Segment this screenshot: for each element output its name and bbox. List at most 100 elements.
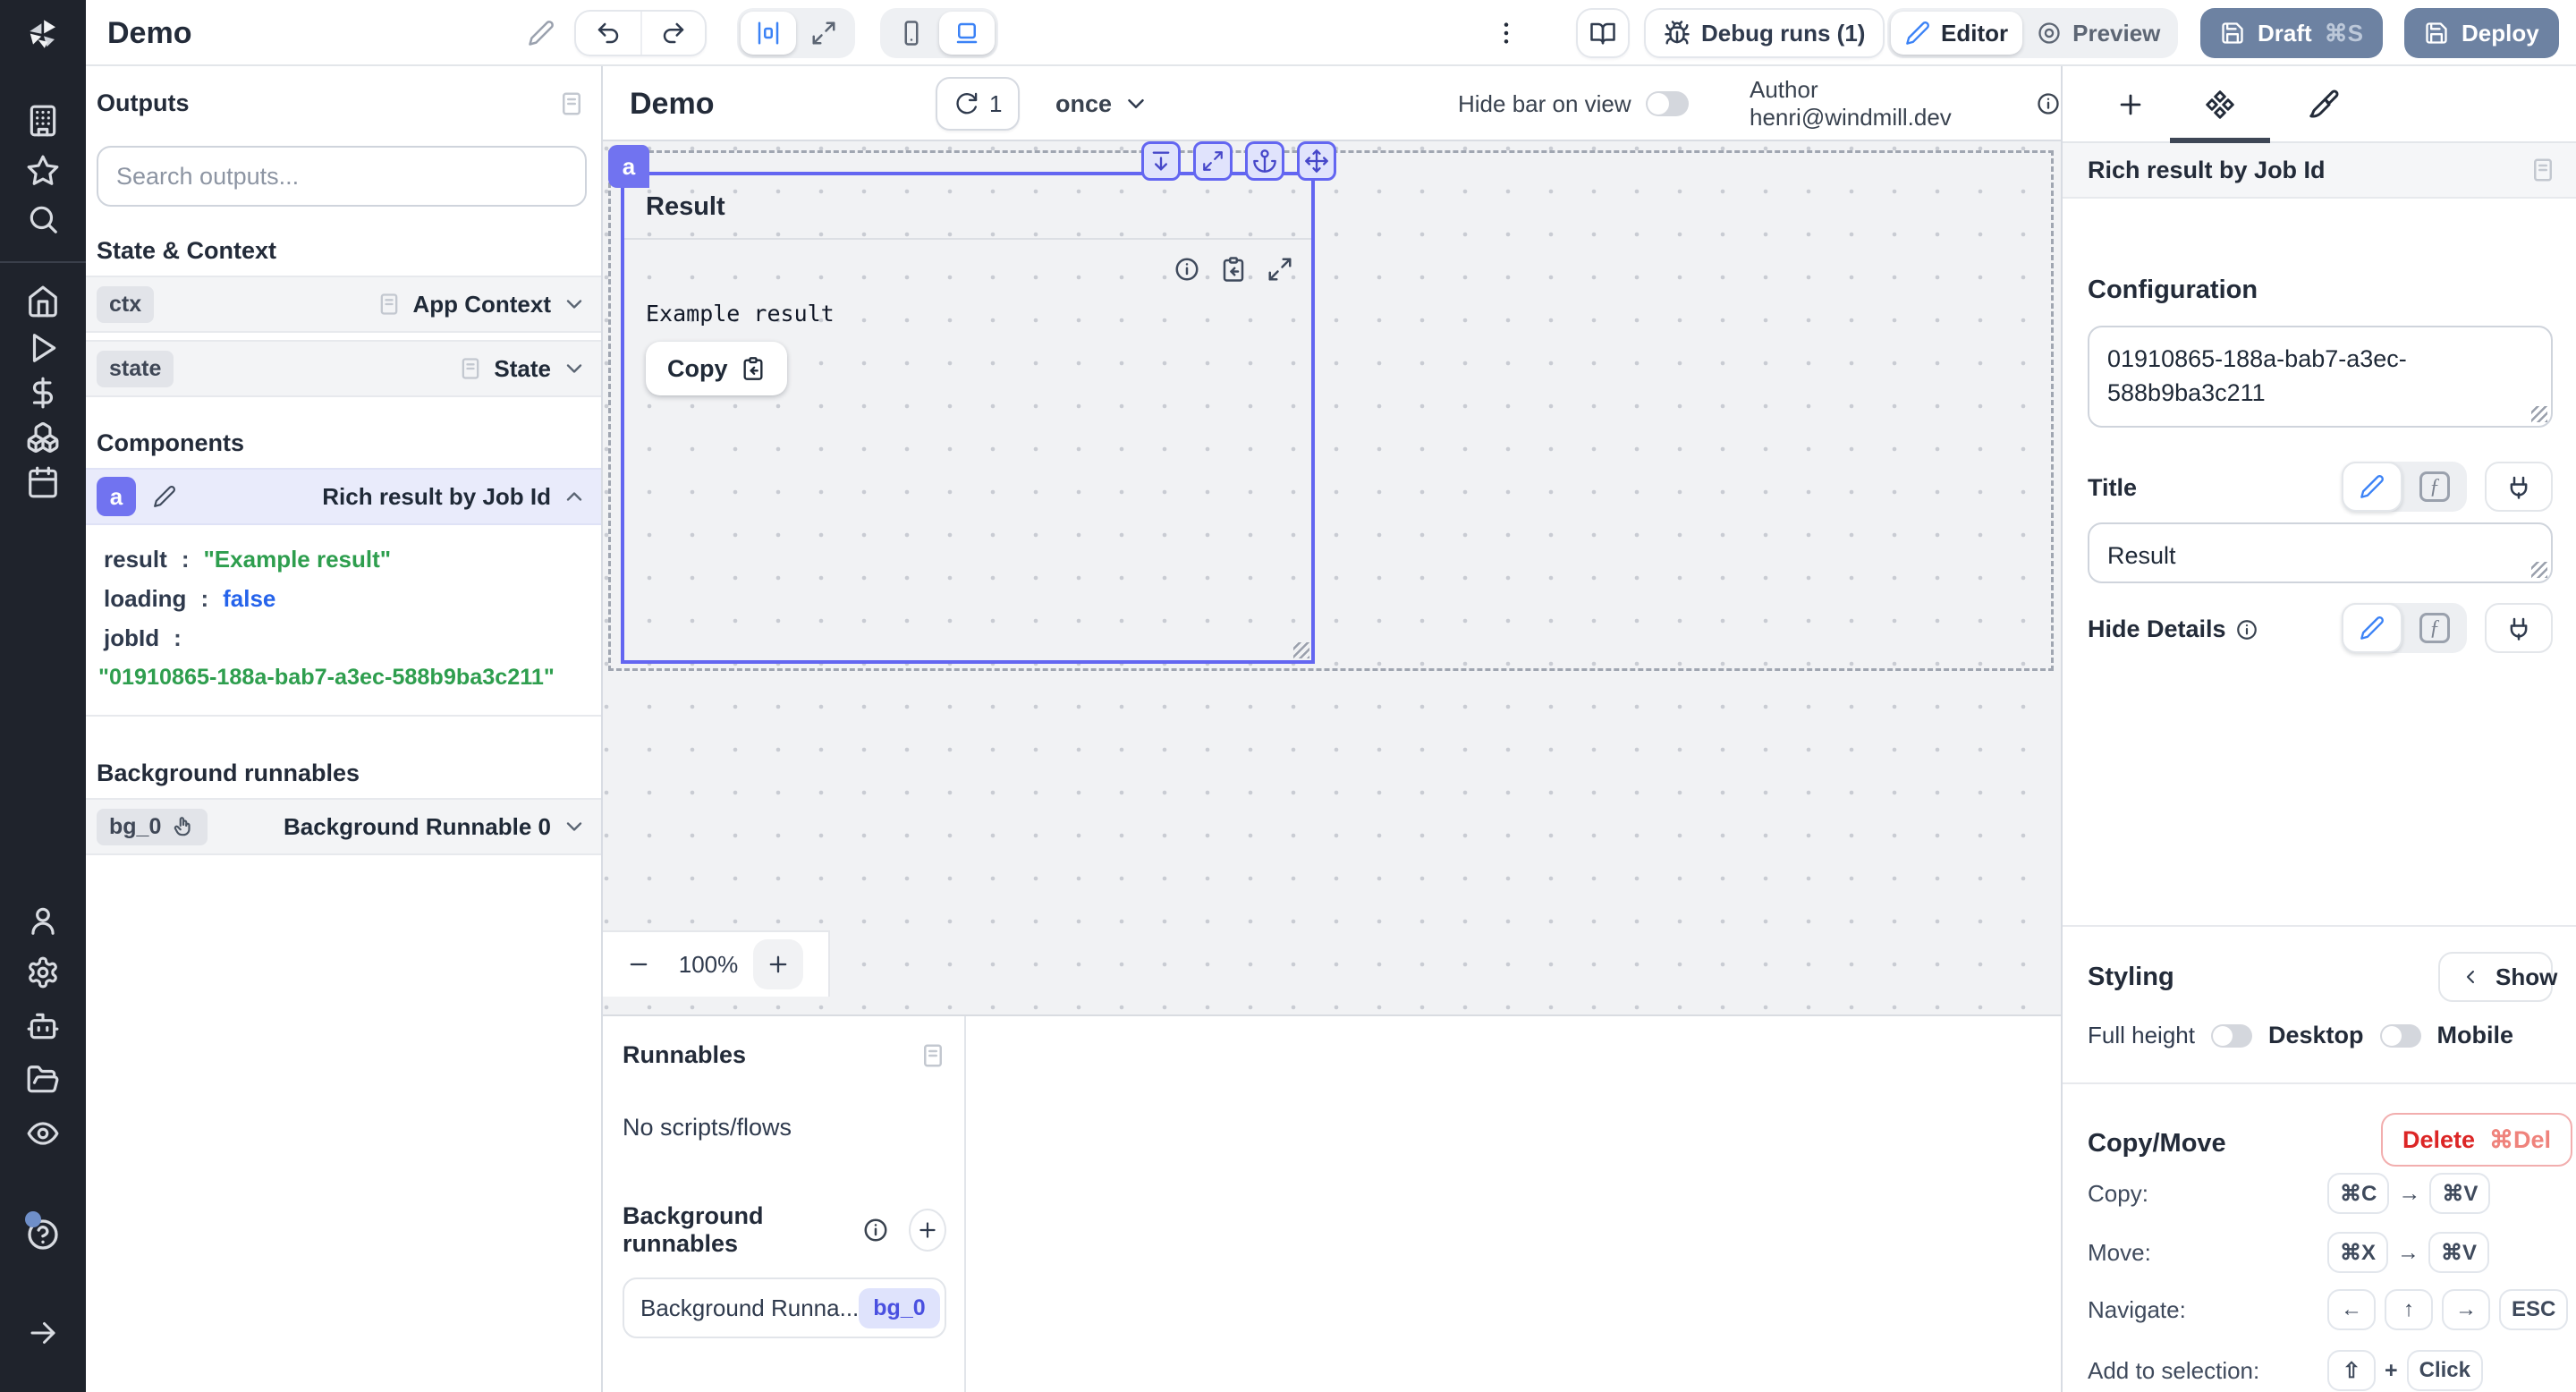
runnables-panel: Runnables No scripts/flows Background ru…	[603, 1016, 966, 1392]
fullsize-button[interactable]	[1193, 141, 1233, 181]
doc-icon[interactable]	[919, 1042, 946, 1069]
title-connect-button[interactable]	[2485, 462, 2553, 512]
move-button[interactable]	[1297, 141, 1336, 181]
sidebar-item-runs[interactable]	[0, 331, 86, 365]
doc-icon[interactable]	[2529, 157, 2556, 183]
static-mode-button[interactable]	[2342, 462, 2402, 512]
output-key[interactable]: loading	[104, 585, 186, 613]
chevron-down-icon[interactable]	[562, 814, 587, 839]
tab-preview[interactable]: Preview	[2022, 12, 2174, 55]
redo-button[interactable]	[640, 12, 705, 55]
refresh-count-button[interactable]: 1	[936, 77, 1021, 131]
building-icon	[26, 104, 60, 138]
chevron-down-icon[interactable]	[562, 292, 587, 317]
sidebar-item-workspace[interactable]	[0, 104, 86, 138]
component-tag-badge[interactable]: a	[608, 145, 649, 188]
sidebar-item-schedules[interactable]	[0, 465, 86, 499]
delete-component-button[interactable]: Delete ⌘Del	[2381, 1113, 2573, 1167]
tab-insert-component[interactable]	[2080, 66, 2181, 143]
tab-editor[interactable]: Editor	[1891, 12, 2023, 55]
sidebar-item-audit[interactable]	[0, 1116, 86, 1150]
editor-preview-toggle: Editor Preview	[1887, 8, 2179, 58]
expr-mode-button[interactable]: ƒ	[2402, 471, 2467, 502]
clipboard-copy-icon[interactable]	[1220, 256, 1247, 283]
info-icon[interactable]	[1174, 256, 1200, 283]
chevron-down-icon[interactable]	[562, 356, 587, 381]
state-row[interactable]: state State	[86, 340, 601, 397]
sidebar-item-home[interactable]	[0, 284, 86, 318]
info-icon[interactable]	[2235, 618, 2258, 641]
show-styling-button[interactable]: Show	[2438, 952, 2557, 1002]
add-background-runnable-button[interactable]	[909, 1209, 946, 1252]
chevron-up-icon[interactable]	[562, 484, 587, 509]
sidebar-item-workers[interactable]	[0, 1009, 86, 1043]
copy-result-button[interactable]: Copy	[646, 342, 787, 395]
rich-result-component[interactable]: Result Example result Copy	[621, 172, 1315, 664]
expand-down-button[interactable]	[1141, 141, 1181, 181]
sidebar-item-settings[interactable]	[0, 955, 86, 989]
hide-details-label: Hide Details	[2088, 615, 2258, 643]
undo-button[interactable]	[576, 12, 640, 55]
desktop-mobile-toggle[interactable]	[2379, 1023, 2421, 1048]
sidebar-expand-button[interactable]	[0, 1317, 86, 1349]
fullscreen-toggle[interactable]	[796, 12, 852, 55]
separator: +	[2385, 1357, 2398, 1383]
component-resize-handle[interactable]	[1293, 642, 1309, 658]
notification-dot	[25, 1211, 41, 1227]
output-key[interactable]: jobId	[104, 624, 159, 652]
sidebar-item-folders[interactable]	[0, 1063, 86, 1097]
search-outputs-input[interactable]	[116, 162, 567, 191]
hide-details-connect-button[interactable]	[2485, 603, 2553, 653]
refresh-mode-dropdown[interactable]: once	[1055, 90, 1149, 118]
component-row-a[interactable]: a Rich result by Job Id	[86, 468, 601, 525]
kbd-key: →	[2442, 1289, 2490, 1330]
debug-runs-button[interactable]: Debug runs (1)	[1644, 8, 1885, 58]
maximize-icon[interactable]	[1267, 256, 1293, 283]
expr-mode-button[interactable]: ƒ	[2402, 613, 2467, 643]
mobile-view-toggle[interactable]	[884, 12, 939, 55]
tab-component-settings[interactable]	[2170, 66, 2270, 143]
component-title: Result	[646, 191, 725, 221]
draft-button[interactable]: Draft ⌘S	[2200, 8, 2384, 58]
sidebar-item-favorites[interactable]	[0, 154, 86, 188]
title-input[interactable]: Result	[2088, 522, 2553, 583]
background-runnable-item[interactable]: Background Runna... bg_0	[623, 1277, 946, 1338]
job-id-input[interactable]: 01910865-188a-bab7-a3ec-588b9ba3c211	[2088, 326, 2553, 428]
layout-toggle-group	[737, 8, 855, 58]
info-icon[interactable]	[2036, 91, 2061, 116]
center-layout-toggle[interactable]	[741, 12, 796, 55]
sidebar-item-resources[interactable]	[0, 420, 86, 454]
anchor-button[interactable]	[1245, 141, 1284, 181]
doc-icon[interactable]	[558, 90, 585, 117]
hide-bar-label: Hide bar on view	[1458, 89, 1631, 117]
app-canvas[interactable]: Result Example result Copy a 100%	[603, 141, 2061, 1016]
deploy-button[interactable]: Deploy	[2404, 8, 2559, 58]
ctx-row[interactable]: ctx App Context	[86, 276, 601, 333]
edit-title-button[interactable]	[528, 0, 555, 66]
full-height-toggle[interactable]	[2210, 1023, 2252, 1048]
rename-component-button[interactable]	[145, 477, 184, 516]
sidebar-item-search[interactable]	[0, 202, 86, 236]
zoom-in-button[interactable]	[753, 939, 803, 989]
author-label: Author henri@windmill.dev	[1750, 76, 1952, 131]
search-outputs-box	[97, 146, 587, 207]
sidebar-item-help[interactable]	[0, 1211, 86, 1252]
sidebar-item-variables[interactable]	[0, 376, 86, 410]
more-menu-button[interactable]	[1492, 0, 1521, 66]
background-runnable-row[interactable]: bg_0 Background Runnable 0	[86, 798, 601, 855]
output-key[interactable]: result	[104, 546, 167, 573]
docs-button[interactable]	[1576, 8, 1630, 58]
windmill-logo[interactable]	[0, 14, 86, 57]
undo-icon	[595, 20, 622, 47]
zoom-out-button[interactable]	[614, 939, 664, 989]
title-input-mode: ƒ	[2342, 462, 2467, 512]
full-height-label: Full height	[2088, 1022, 2195, 1048]
hide-bar-toggle[interactable]	[1645, 91, 1689, 116]
outputs-panel: Outputs State & Context ctx App Context …	[86, 66, 603, 1392]
pencil-icon	[1905, 21, 1930, 46]
desktop-view-toggle[interactable]	[939, 12, 995, 55]
info-icon[interactable]	[862, 1217, 889, 1243]
tab-global-styling[interactable]	[2274, 66, 2374, 143]
sidebar-item-users[interactable]	[0, 904, 86, 938]
static-mode-button[interactable]	[2342, 603, 2402, 653]
